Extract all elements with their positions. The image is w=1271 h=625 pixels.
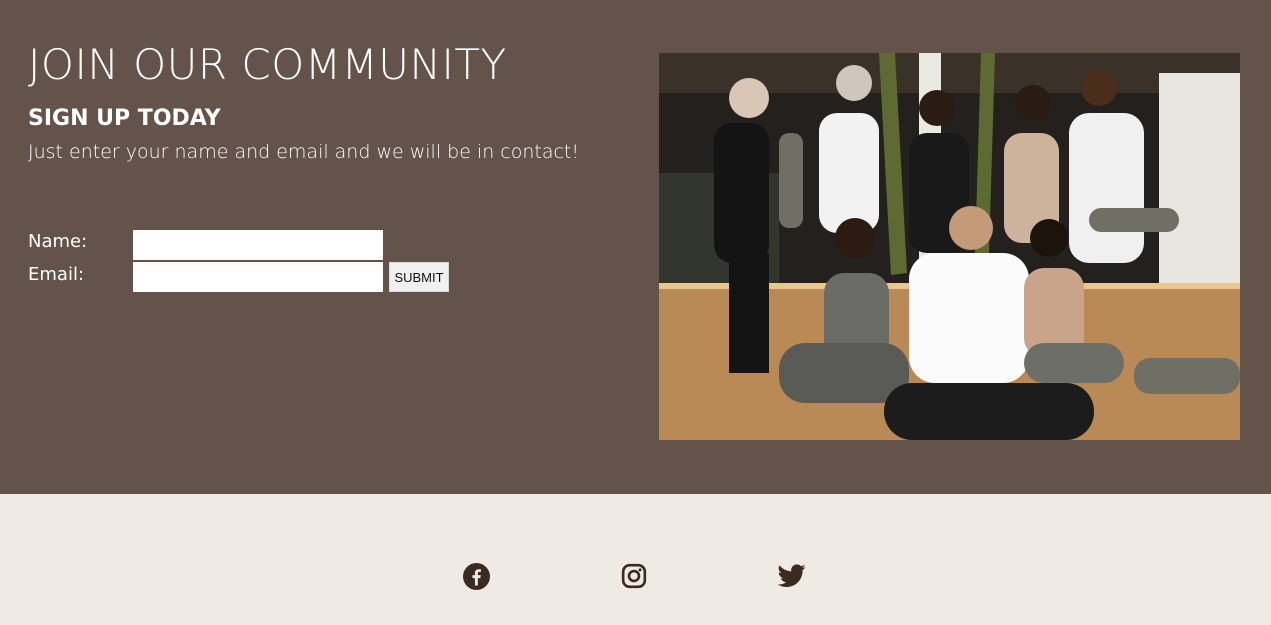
- community-section: JOIN OUR COMMUNITY SIGN UP TODAY Just en…: [0, 0, 1271, 494]
- instagram-icon[interactable]: [620, 562, 648, 590]
- submit-button[interactable]: SUBMIT: [389, 262, 449, 292]
- facebook-icon[interactable]: [462, 562, 490, 590]
- footer: [0, 494, 1271, 625]
- signup-subheading: SIGN UP TODAY: [28, 106, 221, 131]
- name-label: Name:: [28, 231, 88, 252]
- signup-tagline: Just enter your name and email and we wi…: [28, 141, 579, 163]
- email-input[interactable]: [133, 262, 383, 292]
- email-label: Email:: [28, 264, 85, 285]
- twitter-icon[interactable]: [778, 562, 806, 590]
- name-input[interactable]: [133, 230, 383, 260]
- community-heading: JOIN OUR COMMUNITY: [28, 40, 507, 89]
- group-yoga-photo: [659, 53, 1240, 440]
